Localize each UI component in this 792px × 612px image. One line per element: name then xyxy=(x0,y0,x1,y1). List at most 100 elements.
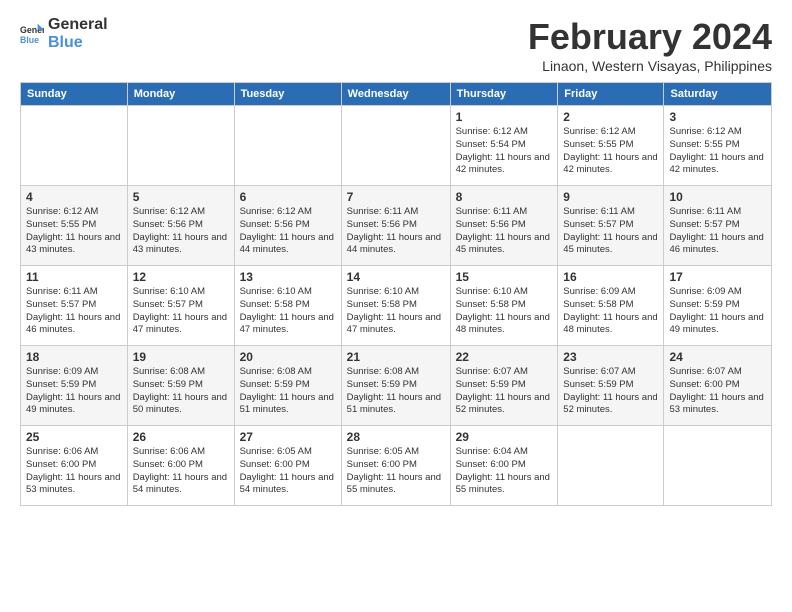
calendar-cell: 18Sunrise: 6:09 AMSunset: 5:59 PMDayligh… xyxy=(21,346,128,426)
day-number: 8 xyxy=(456,190,553,204)
month-title: February 2024 xyxy=(528,16,772,58)
day-number: 9 xyxy=(563,190,658,204)
day-number: 13 xyxy=(240,270,336,284)
calendar-cell: 22Sunrise: 6:07 AMSunset: 5:59 PMDayligh… xyxy=(450,346,558,426)
day-number: 26 xyxy=(133,430,229,444)
col-saturday: Saturday xyxy=(664,83,772,106)
day-number: 17 xyxy=(669,270,766,284)
calendar-cell: 27 Sunrise: 6:05 AMSunset: 6:00 PMDayligh… xyxy=(234,426,341,506)
calendar-cell: 17 Sunrise: 6:09 AMSunset: 5:59 PMDayligh… xyxy=(664,266,772,346)
calendar-cell: 15Sunrise: 6:10 AMSunset: 5:58 PMDayligh… xyxy=(450,266,558,346)
day-info: Sunrise: 6:12 AMSunset: 5:55 PMDaylight:… xyxy=(563,126,658,177)
day-info: Sunrise: 6:06 AMSunset: 6:00 PMDaylight:… xyxy=(133,446,229,497)
calendar-week-1: 1Sunrise: 6:12 AMSunset: 5:54 PMDaylight… xyxy=(21,106,772,186)
day-info: Sunrise: 6:11 AMSunset: 5:56 PMDaylight:… xyxy=(347,206,445,257)
day-info: Sunrise: 6:10 AMSunset: 5:57 PMDaylight:… xyxy=(133,286,229,337)
calendar-cell: 12 Sunrise: 6:10 AMSunset: 5:57 PMDayligh… xyxy=(127,266,234,346)
day-number: 7 xyxy=(347,190,445,204)
calendar-cell: 4 Sunrise: 6:12 AMSunset: 5:55 PMDaylight… xyxy=(21,186,128,266)
logo: General Blue General Blue xyxy=(20,16,108,51)
col-thursday: Thursday xyxy=(450,83,558,106)
day-info: Sunrise: 6:09 AMSunset: 5:59 PMDaylight:… xyxy=(669,286,766,337)
calendar-cell xyxy=(341,106,450,186)
calendar-week-5: 25 Sunrise: 6:06 AMSunset: 6:00 PMDayligh… xyxy=(21,426,772,506)
day-info: Sunrise: 6:04 AMSunset: 6:00 PMDaylight:… xyxy=(456,446,553,497)
day-info: Sunrise: 6:12 AMSunset: 5:55 PMDaylight:… xyxy=(669,126,766,177)
day-info: Sunrise: 6:11 AMSunset: 5:57 PMDaylight:… xyxy=(26,286,122,337)
day-info: Sunrise: 6:10 AMSunset: 5:58 PMDaylight:… xyxy=(240,286,336,337)
calendar-cell: 5Sunrise: 6:12 AMSunset: 5:56 PMDaylight… xyxy=(127,186,234,266)
calendar-cell: 14 Sunrise: 6:10 AMSunset: 5:58 PMDayligh… xyxy=(341,266,450,346)
day-info: Sunrise: 6:08 AMSunset: 5:59 PMDaylight:… xyxy=(347,366,445,417)
calendar-cell: 29Sunrise: 6:04 AMSunset: 6:00 PMDayligh… xyxy=(450,426,558,506)
day-info: Sunrise: 6:11 AMSunset: 5:57 PMDaylight:… xyxy=(669,206,766,257)
day-info: Sunrise: 6:09 AMSunset: 5:58 PMDaylight:… xyxy=(563,286,658,337)
title-section: February 2024 Linaon, Western Visayas, P… xyxy=(528,16,772,74)
calendar-cell: 26 Sunrise: 6:06 AMSunset: 6:00 PMDayligh… xyxy=(127,426,234,506)
day-number: 21 xyxy=(347,350,445,364)
day-number: 27 xyxy=(240,430,336,444)
calendar-cell xyxy=(234,106,341,186)
day-info: Sunrise: 6:07 AMSunset: 5:59 PMDaylight:… xyxy=(563,366,658,417)
calendar-cell: 21 Sunrise: 6:08 AMSunset: 5:59 PMDayligh… xyxy=(341,346,450,426)
calendar-cell: 23 Sunrise: 6:07 AMSunset: 5:59 PMDayligh… xyxy=(558,346,664,426)
col-sunday: Sunday xyxy=(21,83,128,106)
calendar-cell xyxy=(127,106,234,186)
day-number: 10 xyxy=(669,190,766,204)
day-number: 6 xyxy=(240,190,336,204)
calendar-cell: 6 Sunrise: 6:12 AMSunset: 5:56 PMDaylight… xyxy=(234,186,341,266)
day-info: Sunrise: 6:10 AMSunset: 5:58 PMDaylight:… xyxy=(347,286,445,337)
col-tuesday: Tuesday xyxy=(234,83,341,106)
day-info: Sunrise: 6:12 AMSunset: 5:56 PMDaylight:… xyxy=(240,206,336,257)
day-number: 12 xyxy=(133,270,229,284)
calendar-cell: 7 Sunrise: 6:11 AMSunset: 5:56 PMDaylight… xyxy=(341,186,450,266)
day-info: Sunrise: 6:05 AMSunset: 6:00 PMDaylight:… xyxy=(347,446,445,497)
calendar-table: Sunday Monday Tuesday Wednesday Thursday… xyxy=(20,82,772,506)
page-header: General Blue General Blue February 2024 … xyxy=(20,16,772,74)
calendar-cell xyxy=(664,426,772,506)
day-number: 4 xyxy=(26,190,122,204)
calendar-cell: 16 Sunrise: 6:09 AMSunset: 5:58 PMDayligh… xyxy=(558,266,664,346)
day-info: Sunrise: 6:09 AMSunset: 5:59 PMDaylight:… xyxy=(26,366,122,417)
day-number: 11 xyxy=(26,270,122,284)
calendar-week-2: 4 Sunrise: 6:12 AMSunset: 5:55 PMDaylight… xyxy=(21,186,772,266)
calendar-cell: 8 Sunrise: 6:11 AMSunset: 5:56 PMDaylight… xyxy=(450,186,558,266)
calendar-cell: 19Sunrise: 6:08 AMSunset: 5:59 PMDayligh… xyxy=(127,346,234,426)
day-number: 25 xyxy=(26,430,122,444)
day-number: 2 xyxy=(563,110,658,124)
day-number: 23 xyxy=(563,350,658,364)
day-info: Sunrise: 6:12 AMSunset: 5:56 PMDaylight:… xyxy=(133,206,229,257)
day-info: Sunrise: 6:12 AMSunset: 5:55 PMDaylight:… xyxy=(26,206,122,257)
day-info: Sunrise: 6:11 AMSunset: 5:56 PMDaylight:… xyxy=(456,206,553,257)
calendar-cell: 28Sunrise: 6:05 AMSunset: 6:00 PMDayligh… xyxy=(341,426,450,506)
day-info: Sunrise: 6:06 AMSunset: 6:00 PMDaylight:… xyxy=(26,446,122,497)
day-number: 16 xyxy=(563,270,658,284)
calendar-cell: 11 Sunrise: 6:11 AMSunset: 5:57 PMDayligh… xyxy=(21,266,128,346)
day-number: 22 xyxy=(456,350,553,364)
calendar-cell: 1Sunrise: 6:12 AMSunset: 5:54 PMDaylight… xyxy=(450,106,558,186)
logo-text-general: General xyxy=(48,16,108,34)
day-info: Sunrise: 6:10 AMSunset: 5:58 PMDaylight:… xyxy=(456,286,553,337)
day-info: Sunrise: 6:05 AMSunset: 6:00 PMDaylight:… xyxy=(240,446,336,497)
svg-text:Blue: Blue xyxy=(20,34,39,44)
calendar-cell: 20Sunrise: 6:08 AMSunset: 5:59 PMDayligh… xyxy=(234,346,341,426)
day-info: Sunrise: 6:11 AMSunset: 5:57 PMDaylight:… xyxy=(563,206,658,257)
day-number: 14 xyxy=(347,270,445,284)
calendar-cell: 10 Sunrise: 6:11 AMSunset: 5:57 PMDayligh… xyxy=(664,186,772,266)
calendar-cell xyxy=(558,426,664,506)
logo-icon: General Blue xyxy=(20,22,44,46)
calendar-header-row: Sunday Monday Tuesday Wednesday Thursday… xyxy=(21,83,772,106)
day-info: Sunrise: 6:07 AMSunset: 6:00 PMDaylight:… xyxy=(669,366,766,417)
calendar-week-4: 18Sunrise: 6:09 AMSunset: 5:59 PMDayligh… xyxy=(21,346,772,426)
calendar-cell: 25 Sunrise: 6:06 AMSunset: 6:00 PMDayligh… xyxy=(21,426,128,506)
calendar-cell xyxy=(21,106,128,186)
day-number: 20 xyxy=(240,350,336,364)
calendar-cell: 24Sunrise: 6:07 AMSunset: 6:00 PMDayligh… xyxy=(664,346,772,426)
logo-text-blue: Blue xyxy=(48,34,108,52)
day-number: 1 xyxy=(456,110,553,124)
col-friday: Friday xyxy=(558,83,664,106)
location-title: Linaon, Western Visayas, Philippines xyxy=(528,58,772,74)
calendar-cell: 2 Sunrise: 6:12 AMSunset: 5:55 PMDaylight… xyxy=(558,106,664,186)
col-wednesday: Wednesday xyxy=(341,83,450,106)
col-monday: Monday xyxy=(127,83,234,106)
